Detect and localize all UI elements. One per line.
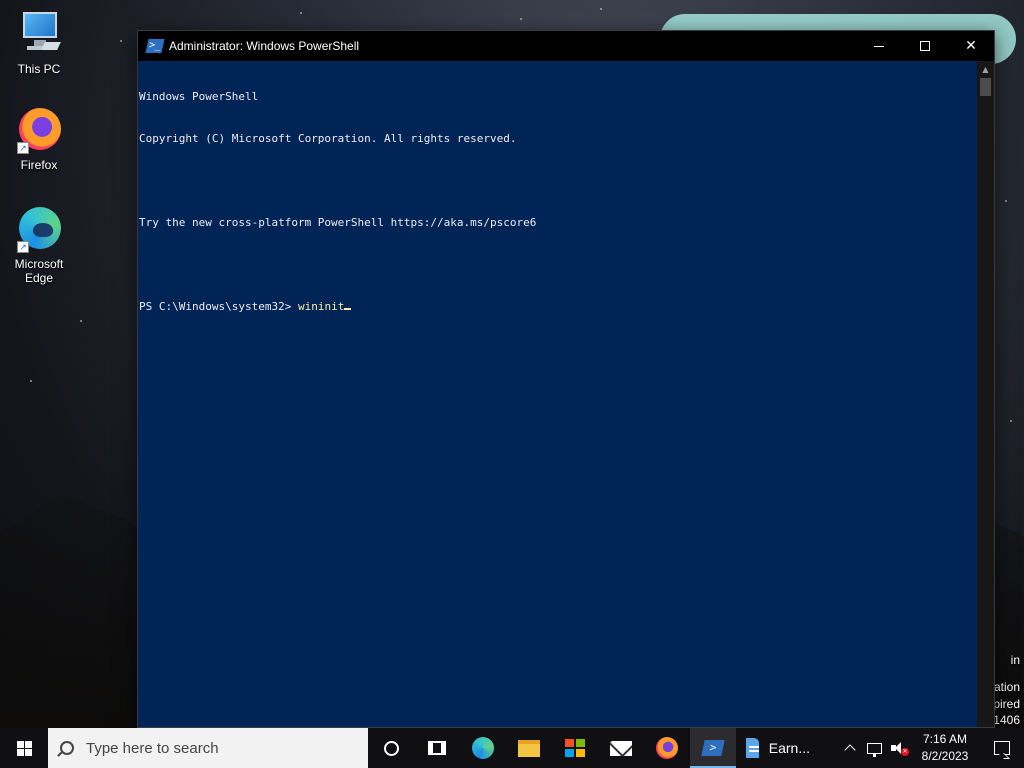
firefox-icon: ↗ bbox=[15, 106, 63, 154]
background-text: 1406 bbox=[993, 713, 1020, 727]
desktop-icon-label: Microsoft Edge bbox=[14, 257, 64, 285]
desktop-icon-edge[interactable]: ↗ Microsoft Edge bbox=[6, 205, 72, 285]
this-pc-icon bbox=[15, 10, 63, 58]
powershell-window[interactable]: >_ Administrator: Windows PowerShell ✕ W… bbox=[137, 30, 995, 728]
taskbar-store[interactable] bbox=[552, 728, 598, 768]
maximize-icon bbox=[920, 41, 930, 51]
document-icon bbox=[746, 738, 759, 758]
console-output[interactable]: Windows PowerShell Copyright (C) Microso… bbox=[138, 61, 978, 727]
desktop-icon-this-pc[interactable]: This PC bbox=[6, 10, 72, 76]
action-center-button[interactable] bbox=[980, 728, 1024, 768]
taskbar-file-explorer[interactable] bbox=[506, 728, 552, 768]
windows-logo-icon bbox=[16, 740, 32, 756]
minimize-icon bbox=[874, 45, 884, 47]
taskbar-powershell[interactable]: > bbox=[690, 728, 736, 768]
cortana-button[interactable] bbox=[368, 728, 414, 768]
store-icon bbox=[565, 739, 585, 757]
console-line: Try the new cross-platform PowerShell ht… bbox=[139, 216, 537, 229]
taskbar-firefox[interactable] bbox=[644, 728, 690, 768]
shortcut-arrow-icon: ↗ bbox=[17, 241, 29, 253]
notification-icon bbox=[994, 741, 1010, 755]
background-text: ation bbox=[993, 680, 1020, 694]
vertical-scrollbar[interactable]: ▲ bbox=[977, 61, 994, 727]
scroll-up-icon[interactable]: ▲ bbox=[977, 61, 994, 78]
shortcut-arrow-icon: ↗ bbox=[17, 142, 29, 154]
desktop-icon-label: Firefox bbox=[20, 158, 58, 172]
taskbar-open-app[interactable]: Earn... bbox=[736, 728, 820, 768]
console-prompt: PS C:\Windows\system32> bbox=[139, 300, 298, 313]
console-line: Windows PowerShell bbox=[139, 90, 259, 103]
powershell-icon: >_ bbox=[145, 39, 165, 53]
speaker-muted-icon: ✕ bbox=[891, 742, 909, 756]
clock-date: 8/2/2023 bbox=[921, 749, 969, 763]
background-text: in bbox=[1010, 653, 1020, 667]
chevron-up-icon bbox=[844, 744, 856, 756]
start-button[interactable] bbox=[0, 728, 48, 768]
console-line: Copyright (C) Microsoft Corporation. All… bbox=[139, 132, 517, 145]
scrollbar-thumb[interactable] bbox=[980, 78, 991, 96]
window-title: Administrator: Windows PowerShell bbox=[169, 39, 360, 53]
search-icon bbox=[60, 741, 74, 755]
title-bar[interactable]: >_ Administrator: Windows PowerShell ✕ bbox=[138, 31, 994, 61]
edge-icon bbox=[472, 737, 494, 759]
clock-time: 7:16 AM bbox=[922, 732, 968, 746]
taskbar-edge[interactable] bbox=[460, 728, 506, 768]
search-input[interactable] bbox=[86, 739, 336, 757]
folder-icon bbox=[518, 739, 540, 757]
network-icon bbox=[866, 742, 882, 757]
edge-icon: ↗ bbox=[15, 205, 63, 253]
firefox-icon bbox=[656, 737, 678, 759]
show-hidden-icons-button[interactable] bbox=[838, 728, 862, 768]
taskbar-mail[interactable] bbox=[598, 728, 644, 768]
system-tray: ✕ 7:16 AM 8/2/2023 bbox=[838, 728, 1024, 768]
minimize-button[interactable] bbox=[856, 31, 902, 61]
text-cursor bbox=[344, 308, 352, 310]
clock[interactable]: 7:16 AM 8/2/2023 bbox=[910, 731, 980, 765]
taskbar: > Earn... ✕ 7:16 AM 8/2/2023 bbox=[0, 728, 1024, 768]
maximize-button[interactable] bbox=[902, 31, 948, 61]
console-command[interactable]: wininit bbox=[298, 300, 344, 313]
desktop-icon-label: This PC bbox=[17, 62, 61, 76]
task-view-icon bbox=[428, 741, 446, 755]
mail-icon bbox=[610, 740, 632, 756]
network-button[interactable] bbox=[862, 728, 886, 768]
desktop-icon-firefox[interactable]: ↗ Firefox bbox=[6, 106, 72, 172]
volume-button[interactable]: ✕ bbox=[886, 728, 910, 768]
taskbar-app-label: Earn... bbox=[768, 740, 810, 756]
cortana-icon bbox=[383, 740, 399, 756]
close-icon: ✕ bbox=[965, 38, 977, 54]
taskbar-search[interactable] bbox=[48, 728, 368, 768]
background-text: pired bbox=[993, 697, 1020, 711]
task-view-button[interactable] bbox=[414, 728, 460, 768]
powershell-icon: > bbox=[701, 740, 725, 756]
close-button[interactable]: ✕ bbox=[948, 31, 994, 61]
console-prompt-line[interactable]: PS C:\Windows\system32> wininit bbox=[139, 300, 978, 314]
